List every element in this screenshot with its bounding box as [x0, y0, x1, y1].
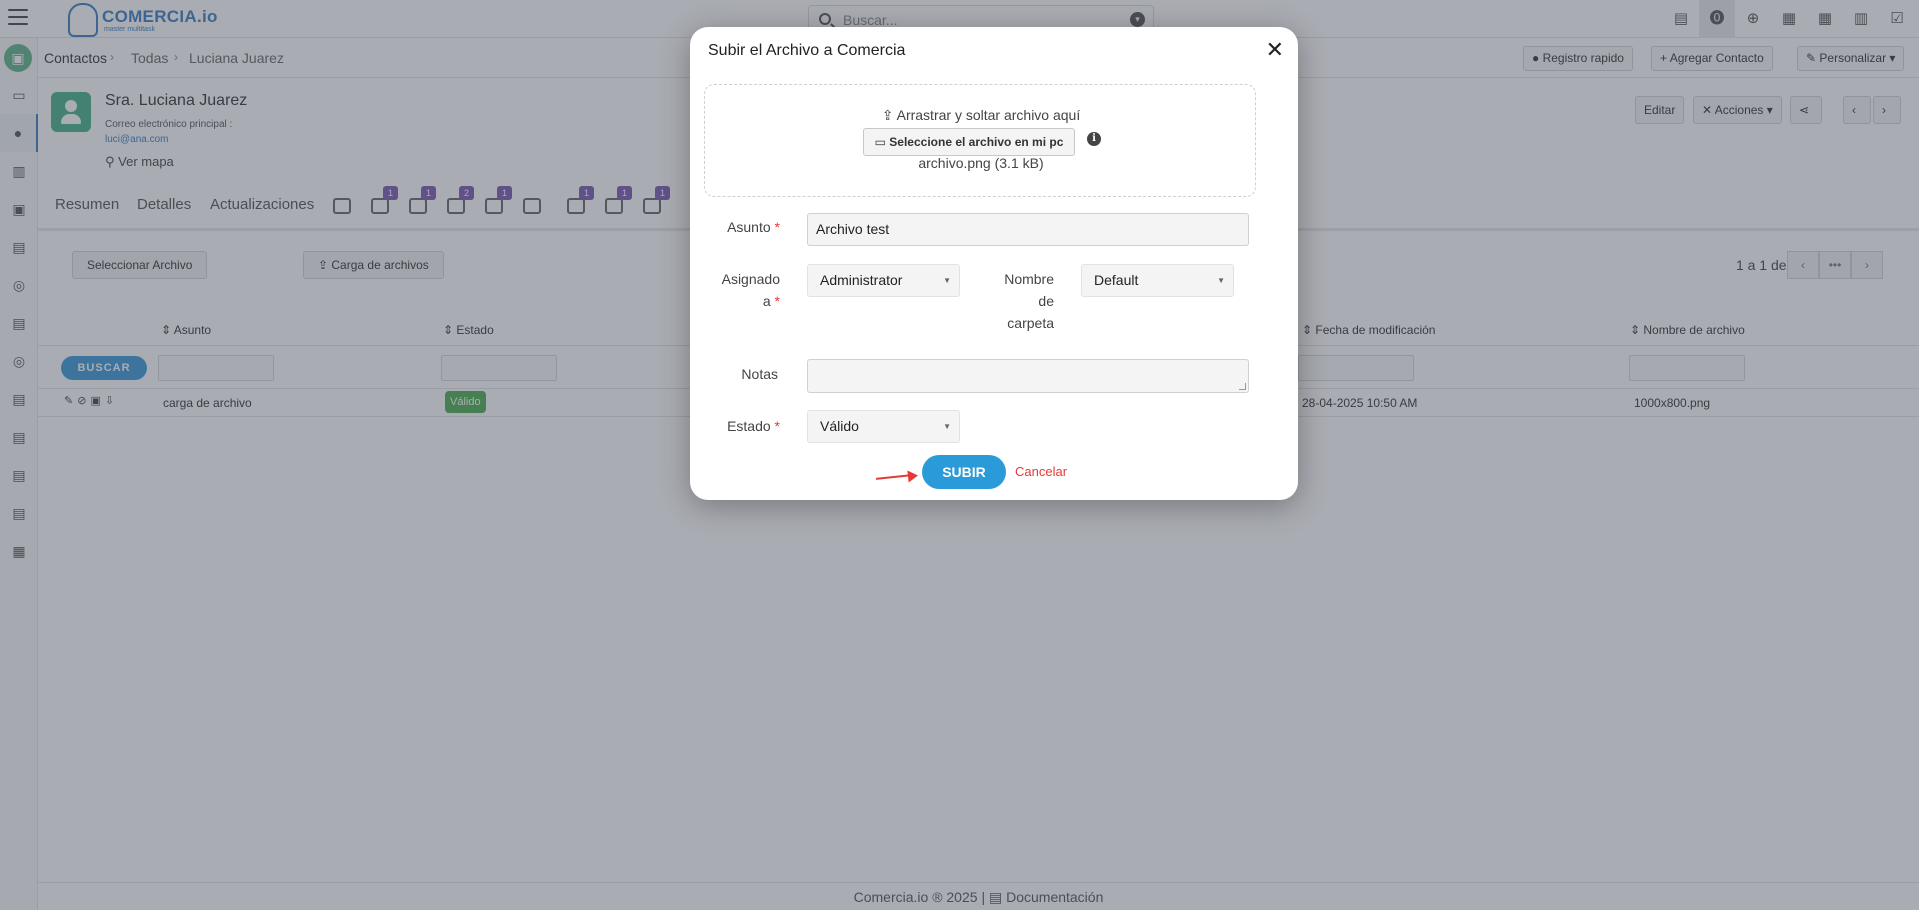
subject-label: Asunto *	[710, 216, 780, 238]
folder-value: Default	[1094, 272, 1139, 288]
file-dropzone[interactable]: ⇪ Arrastrar y soltar archivo aquí ▭ Sele…	[704, 84, 1256, 197]
assigned-label-line2: a	[762, 293, 771, 309]
required-mark: *	[774, 293, 780, 309]
assigned-label: Asignado a *	[710, 268, 780, 312]
assigned-select[interactable]: Administrator ▼	[807, 264, 960, 297]
notes-textarea[interactable]	[807, 359, 1249, 393]
caret-down-icon: ▼	[943, 276, 951, 285]
choose-file-label: Seleccione el archivo en mi pc	[889, 135, 1064, 149]
close-icon[interactable]: ✕	[1266, 37, 1284, 63]
laptop-icon: ▭	[874, 135, 890, 149]
selected-file-info: archivo.png (3.1 kB)	[918, 155, 1044, 171]
upload-icon: ⇪	[881, 107, 897, 123]
status-value: Válido	[820, 418, 859, 434]
status-label: Estado *	[710, 415, 780, 437]
modal-title: Subir el Archivo a Comercia	[708, 42, 906, 59]
folder-label-line2: de	[1038, 293, 1054, 309]
choose-file-button[interactable]: ▭ Seleccione el archivo en mi pc	[863, 128, 1075, 156]
subject-input[interactable]: Archivo test	[807, 213, 1249, 246]
folder-select[interactable]: Default ▼	[1081, 264, 1234, 297]
caret-down-icon: ▼	[1217, 276, 1225, 285]
status-select[interactable]: Válido ▼	[807, 410, 960, 443]
subject-label-text: Asunto	[727, 219, 771, 235]
folder-label-line1: Nombre	[1004, 271, 1054, 287]
submit-button[interactable]: SUBIR	[922, 455, 1006, 489]
cancel-link[interactable]: Cancelar	[1015, 464, 1067, 479]
folder-label: Nombre de carpeta	[990, 268, 1054, 334]
required-mark: *	[774, 418, 780, 434]
assigned-label-line1: Asignado	[721, 271, 780, 287]
dropzone-text: ⇪ Arrastrar y soltar archivo aquí	[705, 107, 1257, 124]
pointer-arrow-icon	[875, 474, 913, 480]
dropzone-label: Arrastrar y soltar archivo aquí	[896, 107, 1081, 123]
info-icon[interactable]: i	[1087, 132, 1101, 146]
status-label-text: Estado	[727, 418, 771, 434]
assigned-value: Administrator	[820, 272, 903, 288]
pointer-arrow-head-icon	[907, 469, 919, 483]
notes-label: Notas	[741, 366, 778, 382]
caret-down-icon: ▼	[943, 422, 951, 431]
upload-modal: Subir el Archivo a Comercia ✕ ⇪ Arrastra…	[690, 27, 1298, 500]
folder-label-line3: carpeta	[1007, 315, 1054, 331]
required-mark: *	[774, 219, 780, 235]
